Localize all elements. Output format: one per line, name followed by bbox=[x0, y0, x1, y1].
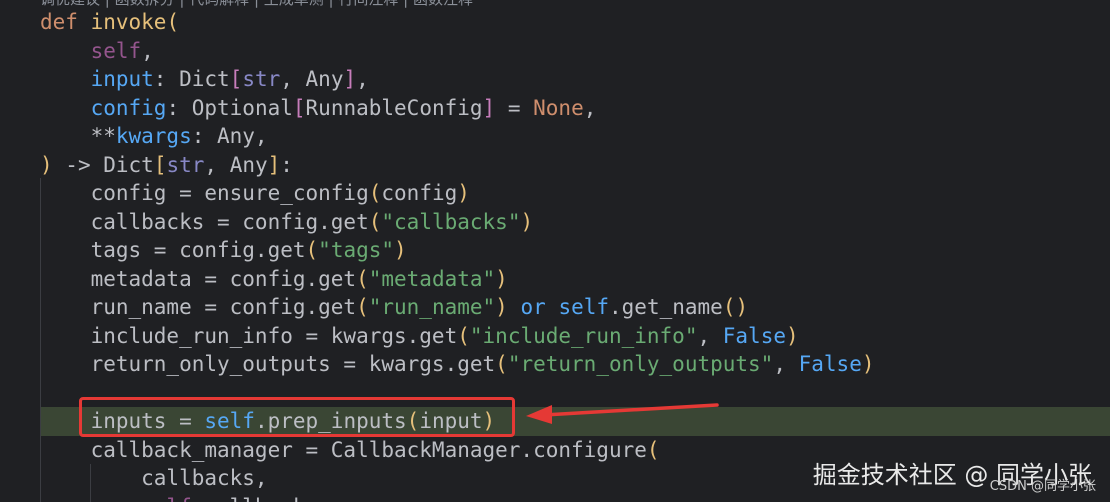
code-line-include-run-info[interactable]: include_run_info = kwargs.get("include_r… bbox=[40, 322, 799, 351]
code-line-callbacks[interactable]: callbacks = config.get("callbacks") bbox=[40, 208, 534, 237]
annotation-arrow-icon bbox=[526, 403, 719, 424]
code-line-tags[interactable]: tags = config.get("tags") bbox=[40, 236, 407, 265]
code-editor[interactable]: 调优建议 | 函数拆分 | 代码解释 | 生成单测 | 行间注释 | 函数注释 … bbox=[0, 0, 1110, 502]
watermark-csdn: CSDN @同学小张 bbox=[989, 479, 1096, 494]
annotation-box bbox=[79, 397, 515, 437]
code-line-callback-manager[interactable]: callback_manager = CallbackManager.confi… bbox=[40, 436, 660, 465]
code-line-input[interactable]: input: Dict[str, Any], bbox=[40, 65, 369, 94]
code-line-def[interactable]: def invoke( bbox=[40, 8, 179, 37]
code-line-kwargs[interactable]: **kwargs: Any, bbox=[40, 122, 268, 151]
code-line-metadata[interactable]: metadata = config.get("metadata") bbox=[40, 265, 508, 294]
code-line-self[interactable]: self, bbox=[40, 37, 154, 66]
code-line-ensure-config[interactable]: config = ensure_config(config) bbox=[40, 179, 470, 208]
code-line-self-callbacks[interactable]: self.callbacks, bbox=[40, 493, 331, 502]
code-line-callbacks-arg[interactable]: callbacks, bbox=[40, 464, 267, 493]
code-line-run-name[interactable]: run_name = config.get("run_name") or sel… bbox=[40, 293, 749, 322]
code-line-config[interactable]: config: Optional[RunnableConfig] = None, bbox=[40, 94, 597, 123]
code-line-return-only-outputs[interactable]: return_only_outputs = kwargs.get("return… bbox=[40, 350, 875, 379]
code-line-return-type[interactable]: ) -> Dict[str, Any]: bbox=[40, 151, 293, 180]
